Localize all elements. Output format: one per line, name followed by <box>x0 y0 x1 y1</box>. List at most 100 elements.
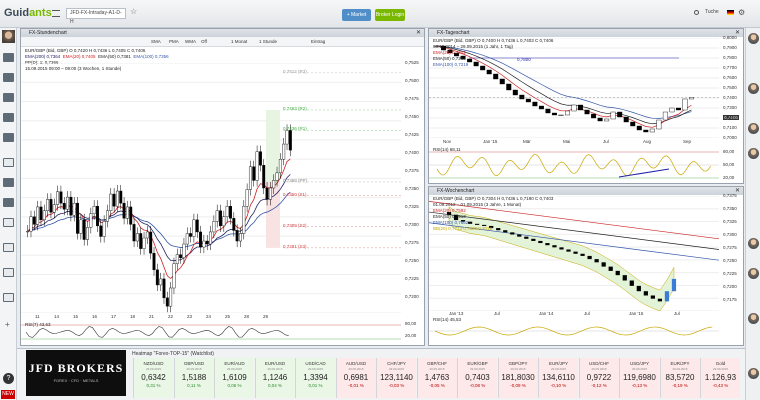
menu-icon[interactable] <box>52 10 60 17</box>
ticker-cell[interactable]: EUR/JPY 29.09.2015 83,5720 -0,19 % <box>659 358 700 398</box>
window-icon[interactable] <box>3 268 14 277</box>
ticker-date: 29.09.2015 <box>145 367 161 371</box>
avatar[interactable] <box>748 268 759 279</box>
user-profile[interactable]: Tuche <box>702 8 722 19</box>
flag-icon[interactable] <box>727 10 734 15</box>
desk-icon[interactable] <box>3 198 14 207</box>
candle <box>96 205 99 227</box>
ticker-cell[interactable]: GBP/JPY 29.09.2015 181,8030 -0,09 % <box>497 358 538 398</box>
news-icon[interactable] <box>3 73 14 82</box>
candle <box>125 206 129 219</box>
candle <box>229 205 232 219</box>
y-tick-label: 0,7400 <box>405 150 419 155</box>
ticker-cell[interactable]: EUR/GBP 29.09.2015 0,7403 -0,08 % <box>457 358 497 398</box>
avatar[interactable] <box>748 148 759 159</box>
candle <box>185 233 189 245</box>
candle <box>622 275 627 281</box>
market-button[interactable]: + Market <box>342 9 371 21</box>
candle <box>538 105 544 110</box>
toolbar-interval[interactable]: 1 Stunde <box>259 37 277 47</box>
broker-login-button[interactable]: Broker Login <box>375 9 405 21</box>
avatar[interactable] <box>748 238 759 249</box>
avatar[interactable] <box>748 313 759 324</box>
y-tick-label: 0,7400 <box>723 95 737 100</box>
close-icon[interactable]: ✕ <box>416 29 421 36</box>
hourly-chart-canvas[interactable] <box>21 63 401 313</box>
broker-banner[interactable]: JFD BROKERS FOREX · CFD · METALS <box>26 350 126 396</box>
candle <box>252 166 256 181</box>
ticker-cell[interactable]: CHF/JPY 29.09.2015 123,1140 -0,03 % <box>376 358 416 398</box>
help-icon[interactable]: ? <box>3 373 14 384</box>
toolbar-range[interactable]: 1 Monat <box>231 37 247 47</box>
toolbar-pma[interactable]: PMA <box>169 37 179 47</box>
settings-icon[interactable]: ⚙ <box>738 8 745 17</box>
ticker-cell[interactable]: GBP/CHF 29.09.2015 1,4763 -0,05 % <box>416 358 457 398</box>
toolbar-wma[interactable]: WMA <box>185 37 196 47</box>
candle <box>597 117 603 122</box>
tools-icon[interactable] <box>3 133 14 142</box>
candle <box>149 231 153 254</box>
rsi-panel[interactable] <box>429 147 719 183</box>
y-tick-label: 0,7375 <box>405 168 419 173</box>
toolbar-off[interactable]: Off <box>201 37 207 47</box>
ticker-pair: EUR/AUD <box>224 361 245 366</box>
y-tick-label: 0,7300 <box>405 222 419 227</box>
ticker-cell[interactable]: USD/JPY 29.09.2015 119,6980 -0,13 % <box>619 358 659 398</box>
notification-badge[interactable]: NEW <box>1 390 15 399</box>
ticker-date: 29.09.2015 <box>712 367 728 371</box>
search-icon[interactable] <box>694 10 699 15</box>
chart-icon[interactable] <box>3 53 14 62</box>
candle <box>209 231 212 245</box>
avatar[interactable] <box>748 83 759 94</box>
layout-icon[interactable] <box>3 178 14 187</box>
ticker-cell[interactable]: NZD/USD 29.09.2015 0,6342 0,31 % <box>133 358 173 398</box>
monitor-icon[interactable] <box>3 243 14 252</box>
ticker-cell[interactable]: EUR/USD 29.09.2015 1,1246 0,04 % <box>254 358 295 398</box>
portfolio-icon[interactable] <box>3 113 14 122</box>
ticker-date: 29.09.2015 <box>469 367 485 371</box>
rsi-panel[interactable] <box>429 317 719 345</box>
avatar[interactable] <box>748 123 759 134</box>
ticker-cell[interactable]: EUR/AUD 29.09.2015 1,6109 0,06 % <box>214 358 254 398</box>
ticker-date: 29.09.2015 <box>591 367 607 371</box>
candle <box>129 206 133 225</box>
user-avatar[interactable] <box>2 30 15 43</box>
right-sidebar <box>745 28 760 400</box>
candle <box>285 130 289 145</box>
hourly-chart-panel: FX-Stundenchart ✕ SMA PMA WMA Off 1 Mona… <box>20 28 425 346</box>
candle <box>132 224 136 242</box>
watchlist-icon[interactable] <box>3 93 14 102</box>
ticker-date: 29.09.2015 <box>307 367 323 371</box>
candle <box>650 295 655 299</box>
ticker-value: 1,3394 <box>303 373 328 382</box>
toolbar-entry[interactable]: Eintrag <box>311 37 325 47</box>
avatar[interactable] <box>748 33 759 44</box>
ticker-change: 0,04 % <box>267 383 282 388</box>
ticker-cell[interactable]: AUD/USD 29.09.2015 0,6981 -0,01 % <box>335 358 376 398</box>
app-logo[interactable]: Guidants <box>4 7 52 19</box>
grid-icon[interactable] <box>3 218 14 227</box>
y-tick-label: 0,7525 <box>405 60 419 65</box>
ticker-cell[interactable]: USD/CAD 29.09.2015 1,3394 0,01 % <box>295 358 335 398</box>
ticker-cell[interactable]: GBP/USD 29.09.2015 1,5188 0,11 % <box>173 358 214 398</box>
candle <box>643 291 648 296</box>
candle <box>139 233 143 249</box>
star-icon[interactable]: ☆ <box>130 7 137 16</box>
panel-icon[interactable] <box>3 293 14 302</box>
candle <box>225 205 229 217</box>
workspace-select[interactable]: JFD-FX-Intraday-A1-D-H <box>66 8 126 25</box>
ticker-cell[interactable]: USD/CHF 29.09.2015 0,9722 -0,12 % <box>578 358 619 398</box>
ticker-cell[interactable]: Gold 29.09.2015 1.126,93 -0,43 % <box>700 358 740 398</box>
avatar[interactable] <box>748 368 759 379</box>
screen-icon[interactable] <box>3 158 14 167</box>
candle <box>262 165 266 189</box>
ticker-cell[interactable]: EUR/JPY 29.09.2015 134,6110 -0,10 % <box>538 358 578 398</box>
left-toolbar: + ? NEW <box>0 28 17 400</box>
y-tick-label: 0,7325 <box>405 204 419 209</box>
toolbar-sma[interactable]: SMA <box>151 37 161 47</box>
x-tick-label: Sep <box>683 139 692 144</box>
rsi-panel[interactable] <box>21 321 401 343</box>
add-icon[interactable]: + <box>5 320 10 329</box>
candle <box>179 254 183 258</box>
legend-ema50: EMA(50) 0,7381 <box>98 54 131 59</box>
